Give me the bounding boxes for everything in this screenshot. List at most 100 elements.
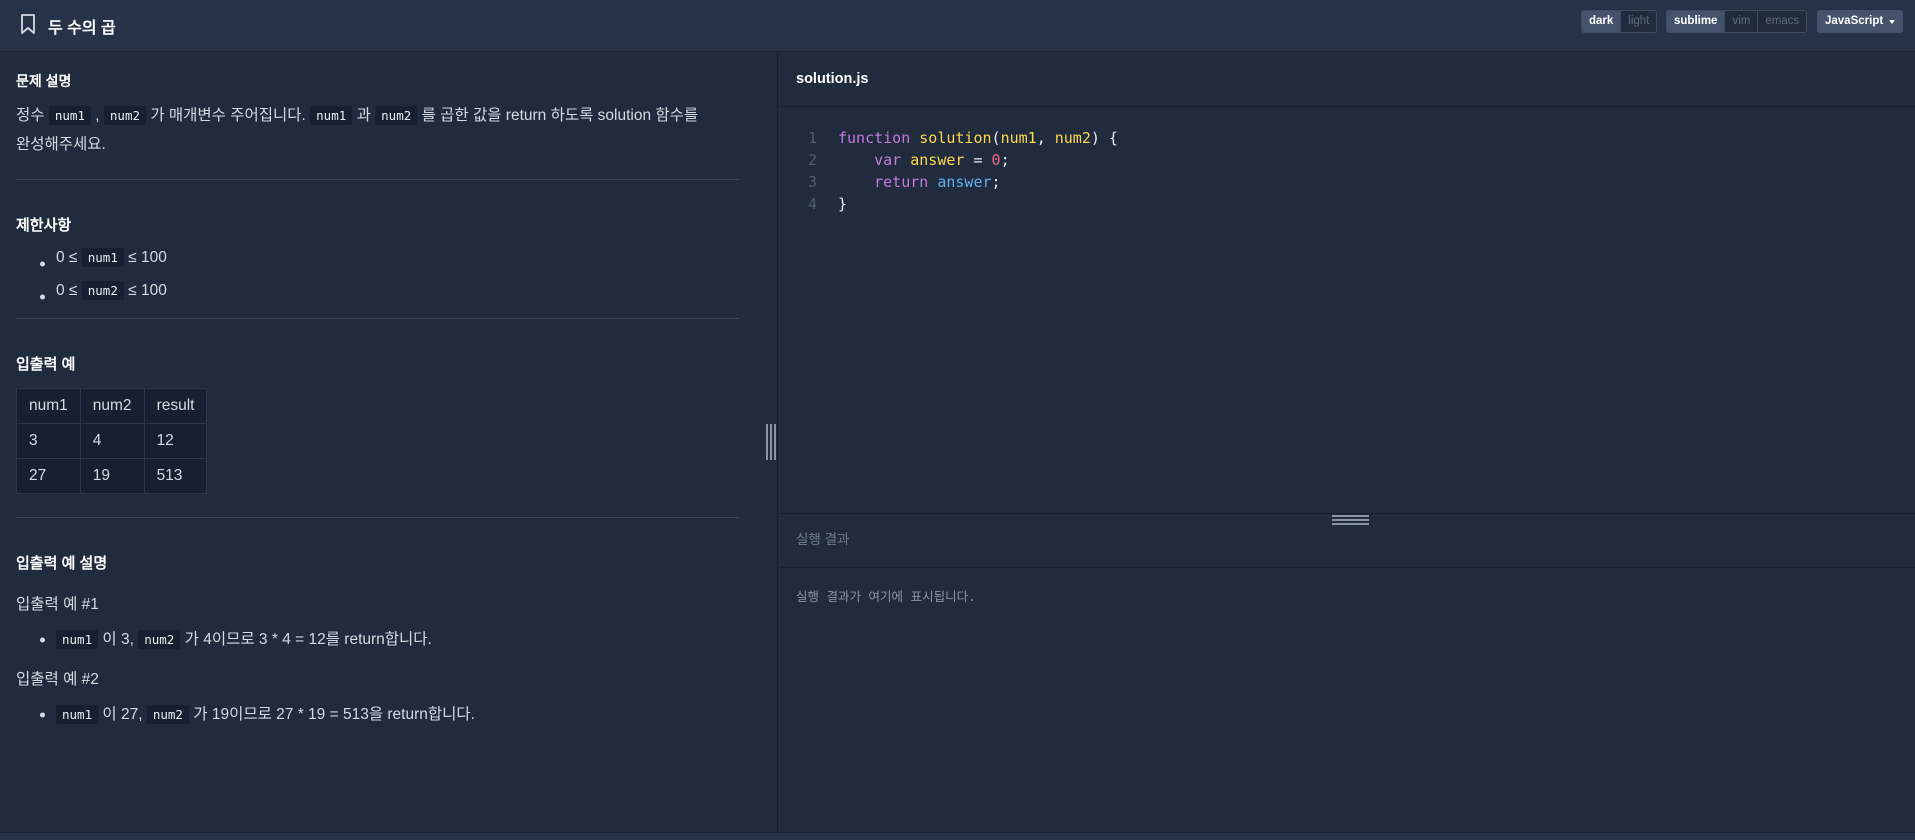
code-line[interactable]: 2 var answer = 0; [779, 149, 1915, 171]
constraints-title: 제한사항 [16, 217, 72, 234]
line-number: 1 [807, 129, 817, 147]
code-line[interactable]: 3 return answer; [779, 171, 1915, 193]
keymap-sublime-option[interactable]: sublime [1667, 11, 1726, 32]
code-keyword: function [838, 129, 911, 147]
inline-code: num2 [146, 705, 189, 724]
table-cell: 4 [79, 423, 145, 459]
explanation-list: num1 이 27, num2 가 19이므로 27 * 19 = 513을 r… [40, 704, 739, 726]
constraint-text: ≤ 100 [128, 249, 167, 266]
file-tab[interactable]: solution.js [779, 52, 1915, 107]
section-divider [16, 179, 739, 180]
code-param: num2 [1054, 129, 1091, 147]
vertical-resize-handle[interactable] [766, 424, 776, 460]
inline-code: num1 [56, 705, 99, 724]
inline-code: num1 [48, 106, 91, 125]
code-line[interactable]: 1 function solution(num1, num2) { [779, 127, 1915, 149]
example-label: 입출력 예 #2 [16, 671, 99, 688]
code-variable: answer [937, 173, 992, 191]
problem-pane: 문제 설명 정수 num1 , num2 가 매개변수 주어집니다. num1 … [0, 52, 778, 832]
list-item: 0 ≤ num1 ≤ 100 [40, 247, 739, 280]
table-cell: 3 [16, 423, 81, 459]
code-keyword: return [874, 173, 929, 191]
keymap-emacs-option[interactable]: emacs [1758, 11, 1807, 32]
code-text: function solution(num1, num2) { [838, 129, 1118, 147]
keymap-toggle: sublime vim emacs [1666, 10, 1808, 33]
desc-text: 정수 [16, 107, 45, 124]
code-punct: ; [991, 173, 1001, 191]
theme-dark-option[interactable]: dark [1582, 11, 1622, 32]
code-param: num1 [1000, 129, 1037, 147]
table-cell: 27 [16, 458, 81, 494]
table-cell: 19 [79, 458, 145, 494]
table-cell: 12 [143, 423, 208, 459]
explanation-text: 가 19이므로 27 * 19 = 513을 return합니다. [193, 706, 475, 723]
line-number: 2 [807, 151, 817, 169]
desc-text: 과 [356, 107, 371, 124]
code-text: return answer; [838, 171, 1001, 193]
theme-toggle: dark light [1581, 10, 1658, 33]
table-header-row: num1 num2 result [16, 388, 208, 424]
constraints-list: 0 ≤ num1 ≤ 100 0 ≤ num2 ≤ 100 [40, 247, 739, 313]
language-select[interactable]: JavaScript [1817, 10, 1903, 33]
problem-section-title: 문제 설명 [16, 73, 72, 89]
code-number: 0 [991, 151, 1001, 169]
constraint-text: ≤ 100 [128, 282, 167, 299]
desc-text: , [95, 107, 100, 124]
code-line[interactable]: 4 } [779, 193, 1915, 215]
examples-title: 입출력 예 [16, 356, 76, 373]
examples-table: num1 num2 result 3 4 12 27 19 513 [16, 388, 208, 494]
inline-code: num2 [81, 281, 124, 300]
table-header: num2 [79, 388, 145, 424]
code-variable: answer [910, 151, 965, 169]
desc-text: 가 매개변수 주어집니다. [150, 107, 306, 124]
language-select-value: JavaScript [1825, 15, 1884, 27]
results-title: 실행 결과 [796, 532, 850, 547]
code-function-name: solution [919, 129, 992, 147]
explanation-list: num1 이 3, num2 가 4이므로 3 * 4 = 12를 return… [40, 629, 739, 651]
code-punct: ; [1000, 151, 1010, 169]
list-item: num1 이 3, num2 가 4이므로 3 * 4 = 12를 return… [40, 629, 739, 651]
page-title: 두 수의 곱 [48, 20, 116, 37]
list-item: num1 이 27, num2 가 19이므로 27 * 19 = 513을 r… [40, 704, 739, 726]
keymap-vim-option[interactable]: vim [1725, 11, 1759, 32]
inline-code: num2 [375, 106, 418, 125]
constraint-text: 0 ≤ [56, 249, 78, 266]
problem-description: 정수 num1 , num2 가 매개변수 주어집니다. num1 과 num2… [16, 101, 739, 159]
explanation-text: 이 3, [102, 631, 134, 648]
results-output: 실행 결과가 여기에 표시됩니다. [796, 589, 976, 604]
code-punct: ) { [1090, 129, 1118, 147]
top-bar: 두 수의 곱 dark light sublime vim emacs Java… [0, 0, 1915, 52]
bookmark-icon[interactable] [20, 14, 36, 34]
horizontal-resize-handle[interactable] [1332, 515, 1369, 525]
inline-code: num1 [81, 248, 124, 267]
table-header: result [143, 388, 208, 424]
inline-code: num1 [310, 106, 353, 125]
line-number: 3 [807, 173, 817, 191]
bottom-bar [0, 832, 1915, 840]
table-row: 27 19 513 [16, 458, 208, 494]
section-divider [16, 318, 739, 319]
code-punct: , [1036, 129, 1055, 147]
desc-text: 완성해주세요. [16, 136, 106, 153]
section-divider [16, 517, 739, 518]
inline-code: num1 [56, 630, 99, 649]
table-cell: 513 [143, 458, 208, 494]
explanation-title: 입출력 예 설명 [16, 555, 108, 572]
line-number: 4 [807, 195, 817, 213]
code-keyword: var [874, 151, 902, 169]
example-label: 입출력 예 #1 [16, 596, 99, 613]
explanation-text: 이 27, [102, 706, 143, 723]
explanation-text: 가 4이므로 3 * 4 = 12를 return합니다. [184, 631, 432, 648]
theme-light-option[interactable]: light [1621, 11, 1657, 32]
editor-pane: solution.js 1 function solution(num1, nu… [779, 52, 1915, 832]
constraint-text: 0 ≤ [56, 282, 78, 299]
inline-code: num2 [138, 630, 181, 649]
code-text: } [838, 195, 848, 213]
code-text: var answer = 0; [838, 149, 1010, 171]
table-row: 3 4 12 [16, 423, 208, 459]
inline-code: num2 [103, 106, 146, 125]
list-item: 0 ≤ num2 ≤ 100 [40, 280, 739, 313]
table-header: num1 [16, 388, 81, 424]
